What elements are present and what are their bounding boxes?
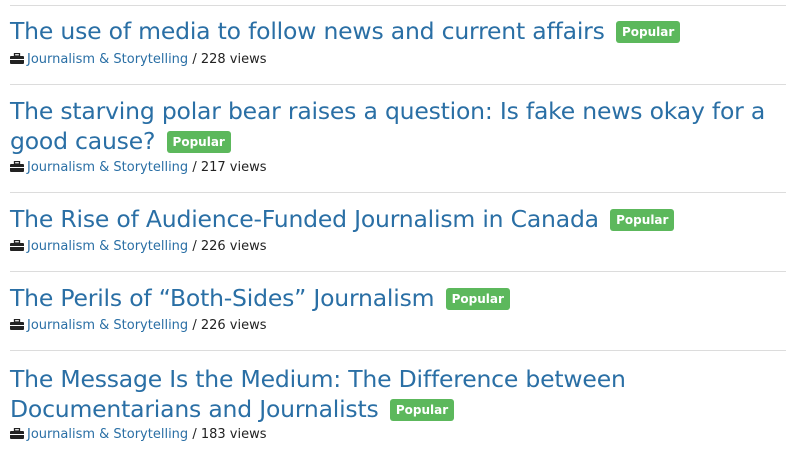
list-item: The use of media to follow news and curr… xyxy=(0,16,800,46)
article-title: The Message Is the Medium: The Differenc… xyxy=(0,364,800,424)
category-link[interactable]: Journalism & Storytelling xyxy=(27,427,188,442)
article-title-link[interactable]: The Perils of “Both-Sides” Journalism xyxy=(10,284,435,312)
popular-badge: Popular xyxy=(389,399,455,421)
popular-badge: Popular xyxy=(615,21,681,43)
view-count: 217 views xyxy=(200,160,267,175)
briefcase-icon xyxy=(10,53,24,64)
divider xyxy=(10,350,786,351)
article-title: The starving polar bear raises a questio… xyxy=(0,96,800,156)
meta-separator: / xyxy=(188,318,201,333)
article-title: The Perils of “Both-Sides” Journalism Po… xyxy=(0,283,800,313)
article-meta: Journalism & Storytelling / 226 views xyxy=(10,239,267,255)
article-meta: Journalism & Storytelling / 226 views xyxy=(10,318,267,334)
view-count: 226 views xyxy=(200,239,267,254)
category-link[interactable]: Journalism & Storytelling xyxy=(27,318,188,333)
briefcase-icon xyxy=(10,428,24,439)
category-link[interactable]: Journalism & Storytelling xyxy=(27,160,188,175)
view-count: 228 views xyxy=(200,52,267,67)
article-meta: Journalism & Storytelling / 217 views xyxy=(10,160,267,176)
article-title-link[interactable]: The Rise of Audience-Funded Journalism i… xyxy=(10,205,599,233)
meta-separator: / xyxy=(188,52,201,67)
briefcase-icon xyxy=(10,240,24,251)
article-list: The use of media to follow news and curr… xyxy=(0,0,800,458)
popular-badge: Popular xyxy=(445,288,510,310)
divider xyxy=(10,5,786,6)
briefcase-icon xyxy=(10,161,24,172)
view-count: 226 views xyxy=(200,318,267,333)
list-item: The starving polar bear raises a questio… xyxy=(0,96,800,156)
article-title: The Rise of Audience-Funded Journalism i… xyxy=(0,204,800,234)
category-link[interactable]: Journalism & Storytelling xyxy=(27,52,188,67)
list-item: The Message Is the Medium: The Differenc… xyxy=(0,364,800,424)
meta-separator: / xyxy=(188,160,201,175)
category-link[interactable]: Journalism & Storytelling xyxy=(27,239,188,254)
briefcase-icon xyxy=(10,319,24,330)
article-meta: Journalism & Storytelling / 183 views xyxy=(10,427,267,443)
article-title-link[interactable]: The starving polar bear raises a questio… xyxy=(10,97,765,155)
list-item: The Rise of Audience-Funded Journalism i… xyxy=(0,204,800,234)
divider xyxy=(10,271,786,272)
popular-badge: Popular xyxy=(610,209,675,231)
list-item: The Perils of “Both-Sides” Journalism Po… xyxy=(0,283,800,313)
article-title-link[interactable]: The use of media to follow news and curr… xyxy=(10,17,605,45)
article-title: The use of media to follow news and curr… xyxy=(0,16,800,46)
meta-separator: / xyxy=(188,427,201,442)
article-title-link[interactable]: The Message Is the Medium: The Differenc… xyxy=(10,365,626,423)
view-count: 183 views xyxy=(200,427,267,442)
article-meta: Journalism & Storytelling / 228 views xyxy=(10,52,267,68)
meta-separator: / xyxy=(188,239,201,254)
divider xyxy=(10,192,786,193)
divider xyxy=(10,84,786,85)
popular-badge: Popular xyxy=(166,131,231,153)
